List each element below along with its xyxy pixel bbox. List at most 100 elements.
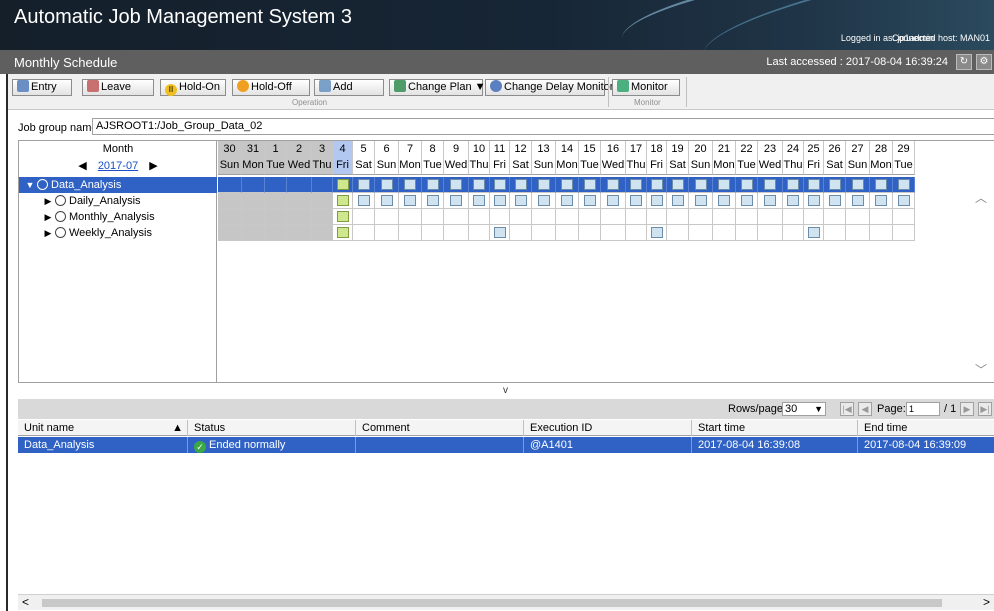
day-header[interactable]: 6 Sun (375, 141, 399, 175)
table-row[interactable]: Data_Analysis ✓ Ended normally @A1401 201… (18, 437, 994, 453)
schedule-cell[interactable] (287, 193, 312, 209)
schedule-cell[interactable] (422, 193, 444, 209)
day-header[interactable]: 23 Wed (758, 141, 783, 175)
schedule-cell[interactable] (758, 177, 783, 193)
schedule-cell[interactable] (804, 177, 824, 193)
schedule-cell[interactable] (218, 209, 242, 225)
col-execution-id[interactable]: Execution ID (524, 420, 692, 436)
schedule-cell[interactable] (647, 193, 667, 209)
schedule-cell[interactable] (375, 225, 399, 241)
change-delay-monitor-button[interactable]: Change Delay Monitor (485, 79, 613, 96)
schedule-cell[interactable] (242, 225, 265, 241)
settings-icon[interactable]: ⚙ (976, 54, 992, 70)
schedule-cell[interactable] (667, 225, 689, 241)
day-header[interactable]: 2 Wed (287, 141, 312, 175)
day-header[interactable]: 5 Sat (353, 141, 375, 175)
schedule-cell[interactable] (804, 193, 824, 209)
schedule-cell[interactable] (758, 225, 783, 241)
pane-splitter[interactable]: v (503, 385, 508, 396)
schedule-cell[interactable] (783, 209, 804, 225)
day-header[interactable]: 30 Sun (218, 141, 242, 175)
schedule-cell[interactable] (601, 225, 626, 241)
schedule-cell[interactable] (626, 193, 647, 209)
day-header[interactable]: 7 Mon (399, 141, 422, 175)
schedule-cell[interactable] (218, 193, 242, 209)
tree-item[interactable]: ▶ Monthly_Analysis (19, 209, 217, 225)
schedule-cell[interactable] (893, 193, 915, 209)
day-header[interactable]: 8 Tue (422, 141, 444, 175)
schedule-cell[interactable] (242, 209, 265, 225)
schedule-cell[interactable] (783, 225, 804, 241)
day-header[interactable]: 17 Thu (626, 141, 647, 175)
schedule-cell[interactable] (490, 177, 510, 193)
day-header[interactable]: 27 Sun (846, 141, 870, 175)
day-header[interactable]: 26 Sat (824, 141, 846, 175)
hold-on-button[interactable]: II Hold-On (160, 79, 226, 96)
day-header[interactable]: 20 Sun (689, 141, 713, 175)
schedule-cell[interactable] (804, 225, 824, 241)
scroll-up-arrow[interactable]: ︿ (975, 189, 987, 206)
month-link[interactable]: 2017-07 (98, 160, 138, 172)
schedule-cell[interactable] (399, 209, 422, 225)
schedule-cell[interactable] (556, 177, 579, 193)
schedule-cell[interactable] (265, 193, 287, 209)
schedule-cell[interactable] (353, 209, 375, 225)
entry-button[interactable]: Entry (12, 79, 72, 96)
first-page-icon[interactable]: |◀ (840, 402, 854, 416)
schedule-cell[interactable] (824, 225, 846, 241)
schedule-cell[interactable] (870, 193, 893, 209)
day-header[interactable]: 19 Sat (667, 141, 689, 175)
schedule-cell[interactable] (312, 209, 333, 225)
day-header[interactable]: 14 Mon (556, 141, 579, 175)
last-page-icon[interactable]: ▶| (978, 402, 992, 416)
next-month-arrow[interactable]: ▶ (149, 160, 157, 172)
schedule-cell[interactable] (510, 225, 532, 241)
job-group-field[interactable]: AJSROOT1:/Job_Group_Data_02 (92, 118, 994, 135)
schedule-cell[interactable] (689, 177, 713, 193)
schedule-cell[interactable] (532, 225, 556, 241)
day-header[interactable]: 15 Tue (579, 141, 601, 175)
schedule-cell[interactable] (667, 177, 689, 193)
schedule-cell[interactable] (870, 209, 893, 225)
schedule-cell[interactable] (375, 177, 399, 193)
schedule-cell[interactable] (893, 209, 915, 225)
schedule-cell[interactable] (647, 225, 667, 241)
schedule-cell[interactable] (532, 209, 556, 225)
schedule-cell[interactable] (870, 225, 893, 241)
expand-arrow-icon[interactable]: ▶ (41, 209, 55, 225)
schedule-cell[interactable] (399, 177, 422, 193)
collapse-arrow-icon[interactable]: ▼ (23, 177, 37, 193)
schedule-cell[interactable] (647, 177, 667, 193)
schedule-cell[interactable] (242, 193, 265, 209)
schedule-cell[interactable] (333, 209, 353, 225)
tree-item[interactable]: ▼ Data_Analysis (19, 177, 217, 193)
schedule-cell[interactable] (287, 225, 312, 241)
horizontal-scrollbar[interactable]: < > (18, 594, 994, 610)
schedule-cell[interactable] (287, 209, 312, 225)
schedule-cell[interactable] (713, 225, 736, 241)
hold-off-button[interactable]: Hold-Off (232, 79, 310, 96)
schedule-cell[interactable] (333, 193, 353, 209)
day-header[interactable]: 1 Tue (265, 141, 287, 175)
schedule-cell[interactable] (824, 177, 846, 193)
schedule-cell[interactable] (667, 193, 689, 209)
schedule-cell[interactable] (375, 209, 399, 225)
schedule-cell[interactable] (601, 209, 626, 225)
schedule-cell[interactable] (287, 177, 312, 193)
schedule-cell[interactable] (783, 193, 804, 209)
schedule-cell[interactable] (532, 193, 556, 209)
schedule-cell[interactable] (422, 225, 444, 241)
expand-arrow-icon[interactable]: ▶ (41, 193, 55, 209)
prev-page-icon[interactable]: ◀ (858, 402, 872, 416)
day-header[interactable]: 31 Mon (242, 141, 265, 175)
schedule-cell[interactable] (579, 225, 601, 241)
schedule-cell[interactable] (469, 209, 490, 225)
schedule-cell[interactable] (689, 225, 713, 241)
schedule-cell[interactable] (218, 225, 242, 241)
schedule-cell[interactable] (846, 177, 870, 193)
schedule-cell[interactable] (469, 177, 490, 193)
schedule-cell[interactable] (353, 177, 375, 193)
schedule-cell[interactable] (265, 225, 287, 241)
schedule-cell[interactable] (333, 177, 353, 193)
schedule-cell[interactable] (265, 177, 287, 193)
